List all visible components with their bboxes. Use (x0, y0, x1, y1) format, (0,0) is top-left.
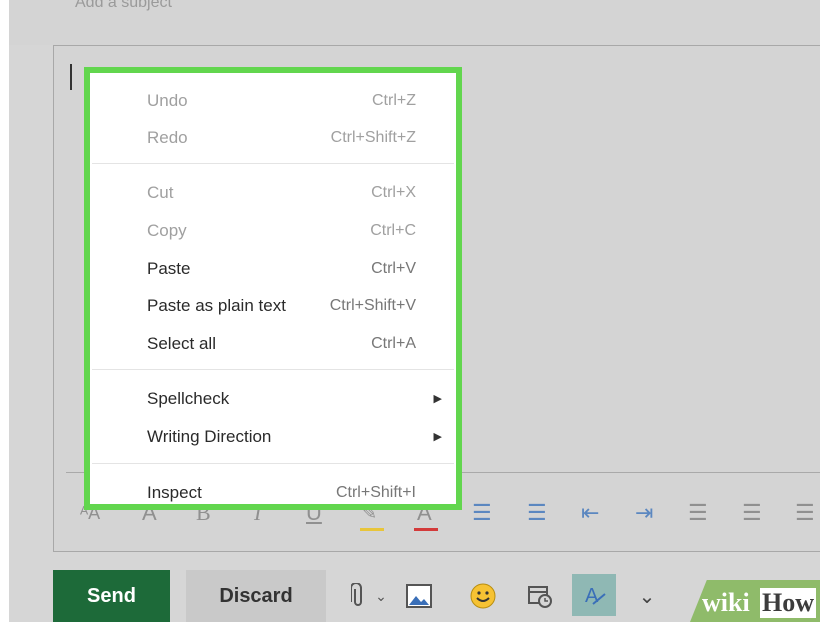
insert-picture-icon[interactable] (402, 578, 436, 614)
menu-item-undo[interactable]: Undo Ctrl+Z (90, 84, 456, 118)
menu-separator (92, 463, 454, 464)
window-left-edge (0, 0, 9, 622)
emoji-icon[interactable] (463, 578, 503, 614)
decrease-indent-icon[interactable]: ⇤ (581, 496, 599, 530)
wikihow-watermark: wiki How (690, 580, 820, 622)
align-center-icon[interactable]: ☰ (742, 496, 762, 530)
menu-separator (92, 369, 454, 370)
align-left-icon[interactable]: ☰ (688, 496, 708, 530)
highlight-color-bar (360, 528, 384, 531)
text-caret (70, 64, 72, 90)
menu-item-inspect[interactable]: Inspect Ctrl+Shift+I (90, 476, 456, 510)
menu-item-copy[interactable]: Copy Ctrl+C (90, 214, 456, 248)
align-right-icon[interactable]: ☰ (795, 496, 815, 530)
submenu-arrow-icon: ▶ (433, 393, 442, 405)
numbered-list-icon[interactable]: ☰ (527, 496, 547, 530)
bulleted-list-icon[interactable]: ☰ (472, 496, 492, 530)
increase-indent-icon[interactable]: ⇥ (635, 496, 653, 530)
more-options-chevron-icon[interactable]: ⌄ (632, 578, 662, 614)
menu-item-redo[interactable]: Redo Ctrl+Shift+Z (90, 121, 456, 155)
context-menu: Undo Ctrl+Z Redo Ctrl+Shift+Z Cut Ctrl+X… (84, 67, 462, 510)
subject-placeholder: Add a subject (75, 0, 172, 11)
svg-text:A: A (585, 585, 599, 607)
menu-item-writing-direction[interactable]: Writing Direction ▶ (90, 420, 456, 454)
chevron-down-icon[interactable]: ⌄ (373, 578, 389, 614)
attach-icon[interactable] (346, 578, 370, 614)
text-color-bar (414, 528, 438, 531)
menu-item-paste-plain-text[interactable]: Paste as plain text Ctrl+Shift+V (90, 289, 456, 323)
menu-item-paste[interactable]: Paste Ctrl+V (90, 252, 456, 286)
menu-item-cut[interactable]: Cut Ctrl+X (90, 176, 456, 210)
send-button[interactable]: Send (53, 570, 170, 622)
menu-item-spellcheck[interactable]: Spellcheck ▶ (90, 382, 456, 416)
editor-icon[interactable]: A (572, 574, 616, 616)
subject-field[interactable]: Add a subject (9, 0, 820, 45)
menu-item-select-all[interactable]: Select all Ctrl+A (90, 327, 456, 361)
discard-button[interactable]: Discard (186, 570, 326, 622)
menu-separator (92, 163, 454, 164)
schedule-icon[interactable] (522, 578, 558, 614)
submenu-arrow-icon: ▶ (433, 431, 442, 443)
